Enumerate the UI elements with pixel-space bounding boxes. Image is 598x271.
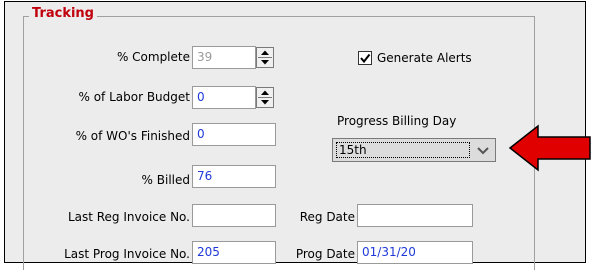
- tracking-panel: Tracking % Complete 39 Generate Alerts %…: [0, 0, 598, 271]
- spin-up-down-icon: [258, 90, 272, 105]
- prog-date-label: Prog Date: [295, 247, 355, 261]
- chevron-down-icon[interactable]: [474, 141, 492, 159]
- generate-alerts-checkbox[interactable]: [358, 51, 372, 65]
- tracking-frame: Tracking % Complete 39 Generate Alerts %…: [4, 1, 586, 270]
- percent-complete-label: % Complete: [116, 50, 190, 64]
- progress-billing-day-label: Progress Billing Day: [337, 114, 457, 128]
- last-reg-invoice-label: Last Reg Invoice No.: [67, 210, 190, 224]
- spin-up-down-icon: [258, 50, 272, 65]
- last-reg-invoice-field[interactable]: [192, 204, 276, 227]
- progress-billing-day-select[interactable]: 15th: [332, 138, 496, 162]
- percent-labor-budget-spinner[interactable]: [256, 87, 274, 108]
- checkbox-checked-icon: [360, 53, 371, 64]
- percent-billed-label: % Billed: [141, 173, 190, 187]
- progress-billing-day-value: 15th: [336, 142, 470, 158]
- percent-labor-budget-field[interactable]: 0: [192, 86, 256, 109]
- percent-wo-finished-label: % of WO's Finished: [75, 129, 190, 143]
- last-prog-invoice-field[interactable]: 205: [192, 241, 276, 264]
- percent-complete-spinner[interactable]: [256, 47, 274, 68]
- generate-alerts-label: Generate Alerts: [377, 51, 472, 65]
- reg-date-label: Reg Date: [299, 210, 355, 224]
- percent-billed-field[interactable]: 76: [192, 165, 276, 188]
- last-prog-invoice-label: Last Prog Invoice No.: [64, 247, 190, 261]
- percent-complete-field[interactable]: 39: [192, 46, 256, 69]
- group-title: Tracking: [29, 6, 97, 21]
- reg-date-field[interactable]: [357, 204, 473, 227]
- percent-labor-budget-label: % of Labor Budget: [78, 90, 190, 104]
- percent-wo-finished-field[interactable]: 0: [192, 123, 276, 146]
- prog-date-field[interactable]: 01/31/20: [357, 241, 473, 264]
- red-arrow-icon: [508, 124, 591, 172]
